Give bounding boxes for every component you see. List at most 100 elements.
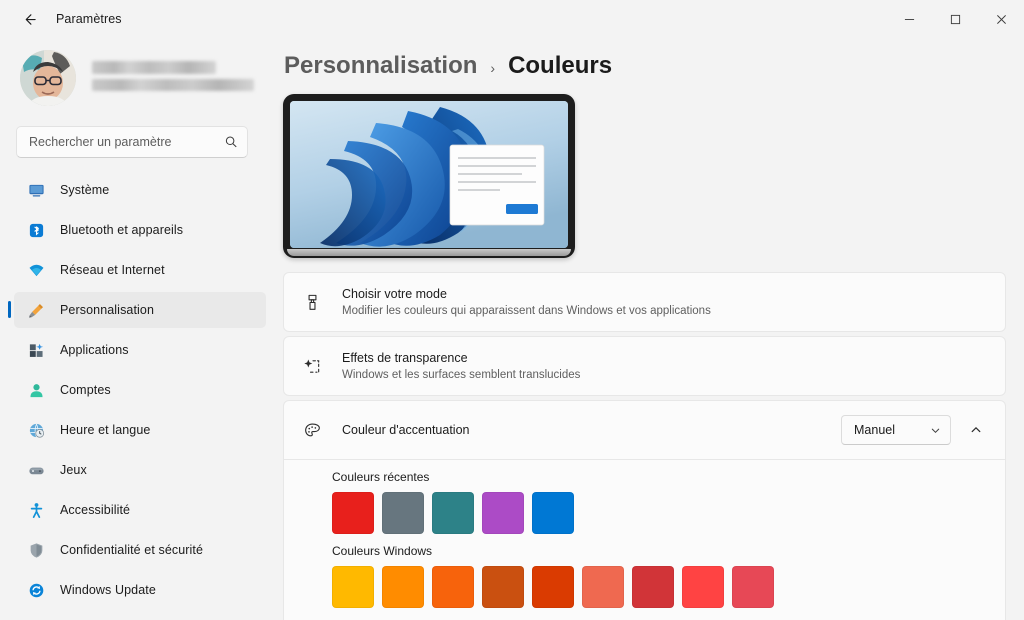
bluetooth-icon bbox=[26, 220, 46, 240]
recent-colors-group: Couleurs récentes bbox=[332, 470, 1005, 534]
choose-mode-subtitle: Modifier les couleurs qui apparaissent d… bbox=[342, 304, 711, 317]
paintbrush-icon bbox=[26, 300, 46, 320]
color-swatch[interactable] bbox=[382, 566, 424, 608]
choose-mode-card[interactable]: Choisir votre mode Modifier les couleurs… bbox=[283, 272, 1006, 332]
sidebar-item-windows-update[interactable]: Windows Update bbox=[14, 572, 266, 608]
sidebar-item-label: Accessibilité bbox=[60, 503, 131, 517]
shield-icon bbox=[26, 540, 46, 560]
sidebar-item-label: Applications bbox=[60, 343, 129, 357]
window-controls bbox=[886, 0, 1024, 38]
color-swatch[interactable] bbox=[532, 492, 574, 534]
gamepad-icon bbox=[26, 460, 46, 480]
sidebar-item-personnalisation[interactable]: Personnalisation bbox=[8, 292, 266, 328]
search-icon bbox=[224, 135, 238, 149]
breadcrumb: Personnalisation › Couleurs bbox=[284, 52, 1006, 80]
sidebar-item-label: Bluetooth et appareils bbox=[60, 223, 184, 237]
person-icon bbox=[26, 380, 46, 400]
palette-icon bbox=[297, 421, 327, 440]
maximize-button[interactable] bbox=[932, 0, 978, 38]
minimize-button[interactable] bbox=[886, 0, 932, 38]
transparency-text: Effets de transparence Windows et les su… bbox=[342, 350, 991, 383]
accent-expander-button[interactable] bbox=[961, 415, 991, 445]
back-button[interactable] bbox=[10, 3, 48, 35]
windows-colors-label: Couleurs Windows bbox=[332, 544, 433, 558]
sidebar-item-systeme[interactable]: Système bbox=[14, 172, 266, 208]
user-identity bbox=[92, 60, 254, 96]
color-swatch[interactable] bbox=[432, 492, 474, 534]
chevron-right-icon: › bbox=[490, 60, 496, 76]
color-swatch[interactable] bbox=[482, 492, 524, 534]
user-avatar-image bbox=[20, 50, 76, 106]
choose-mode-text: Choisir votre mode Modifier les couleurs… bbox=[342, 286, 991, 319]
accent-color-card[interactable]: Couleur d'accentuation Manuel bbox=[283, 400, 1006, 460]
wifi-icon bbox=[26, 260, 46, 280]
arrow-left-icon bbox=[25, 13, 36, 25]
content-area: Personnalisation › Couleurs Choisir votr… bbox=[275, 38, 1024, 620]
transparency-card[interactable]: Effets de transparence Windows et les su… bbox=[283, 336, 1006, 396]
accent-color-title: Couleur d'accentuation bbox=[342, 423, 470, 437]
sidebar-item-jeux[interactable]: Jeux bbox=[14, 452, 266, 488]
page-title: Couleurs bbox=[508, 52, 613, 79]
sidebar-item-label: Heure et langue bbox=[60, 423, 151, 437]
accent-mode-value: Manuel bbox=[854, 423, 895, 437]
color-swatch[interactable] bbox=[332, 492, 374, 534]
color-swatch[interactable] bbox=[582, 566, 624, 608]
sidebar: Système Bluetooth et appareils Réseau et… bbox=[0, 38, 275, 620]
sidebar-nav: Système Bluetooth et appareils Réseau et… bbox=[8, 172, 266, 608]
transparency-subtitle: Windows et les surfaces semblent translu… bbox=[342, 368, 581, 381]
close-icon bbox=[996, 14, 1006, 24]
sidebar-item-label: Jeux bbox=[60, 463, 87, 477]
close-button[interactable] bbox=[978, 0, 1024, 38]
sidebar-item-label: Réseau et Internet bbox=[60, 263, 165, 277]
avatar bbox=[20, 50, 76, 106]
sidebar-item-label: Confidentialité et sécurité bbox=[60, 543, 204, 557]
transparency-icon bbox=[297, 357, 327, 376]
choose-mode-title: Choisir votre mode bbox=[342, 286, 447, 301]
settings-window: Paramètres Rechercher un paramètre Systè… bbox=[0, 0, 1024, 620]
sidebar-item-accessibilite[interactable]: Accessibilité bbox=[14, 492, 266, 528]
chevron-down-icon bbox=[930, 425, 941, 436]
monitor-icon bbox=[26, 180, 46, 200]
sidebar-item-confidentialite[interactable]: Confidentialité et sécurité bbox=[14, 532, 266, 568]
sidebar-item-label: Windows Update bbox=[60, 583, 156, 597]
app-title: Paramètres bbox=[56, 12, 122, 26]
paintbrush-icon bbox=[297, 293, 327, 312]
color-swatch[interactable] bbox=[432, 566, 474, 608]
colors-preview bbox=[283, 94, 575, 258]
apps-icon bbox=[26, 340, 46, 360]
preview-wrap bbox=[283, 94, 1006, 258]
sidebar-item-applications[interactable]: Applications bbox=[14, 332, 266, 368]
update-icon bbox=[26, 580, 46, 600]
accent-color-text: Couleur d'accentuation bbox=[342, 422, 841, 438]
clock-globe-icon bbox=[26, 420, 46, 440]
color-swatch[interactable] bbox=[332, 566, 374, 608]
accessibility-icon bbox=[26, 500, 46, 520]
sidebar-item-heure-langue[interactable]: Heure et langue bbox=[14, 412, 266, 448]
breadcrumb-parent[interactable]: Personnalisation bbox=[284, 52, 477, 80]
recent-colors-label: Couleurs récentes bbox=[332, 470, 430, 484]
sidebar-item-label: Comptes bbox=[60, 383, 111, 397]
user-name-redacted bbox=[92, 60, 216, 74]
color-swatch[interactable] bbox=[382, 492, 424, 534]
accent-color-panel: Couleurs récentes Couleurs Windows bbox=[283, 456, 1006, 620]
color-swatch[interactable] bbox=[632, 566, 674, 608]
windows-colors-group: Couleurs Windows bbox=[332, 544, 1005, 608]
transparency-title: Effets de transparence bbox=[342, 350, 468, 365]
user-email-redacted bbox=[92, 78, 254, 91]
chevron-up-icon bbox=[971, 426, 981, 433]
sidebar-item-label: Personnalisation bbox=[60, 303, 155, 317]
accent-mode-dropdown[interactable]: Manuel bbox=[841, 415, 951, 445]
settings-cards: Choisir votre mode Modifier les couleurs… bbox=[283, 272, 1006, 620]
recent-colors-row bbox=[332, 492, 1005, 534]
sidebar-item-comptes[interactable]: Comptes bbox=[14, 372, 266, 408]
sidebar-item-bluetooth[interactable]: Bluetooth et appareils bbox=[14, 212, 266, 248]
color-swatch[interactable] bbox=[732, 566, 774, 608]
color-swatch[interactable] bbox=[532, 566, 574, 608]
sidebar-item-reseau[interactable]: Réseau et Internet bbox=[14, 252, 266, 288]
search-input[interactable] bbox=[29, 135, 224, 149]
color-swatch[interactable] bbox=[482, 566, 524, 608]
sidebar-item-label: Système bbox=[60, 183, 110, 197]
color-swatch[interactable] bbox=[682, 566, 724, 608]
user-profile[interactable] bbox=[20, 42, 266, 114]
search-box[interactable] bbox=[16, 126, 248, 158]
